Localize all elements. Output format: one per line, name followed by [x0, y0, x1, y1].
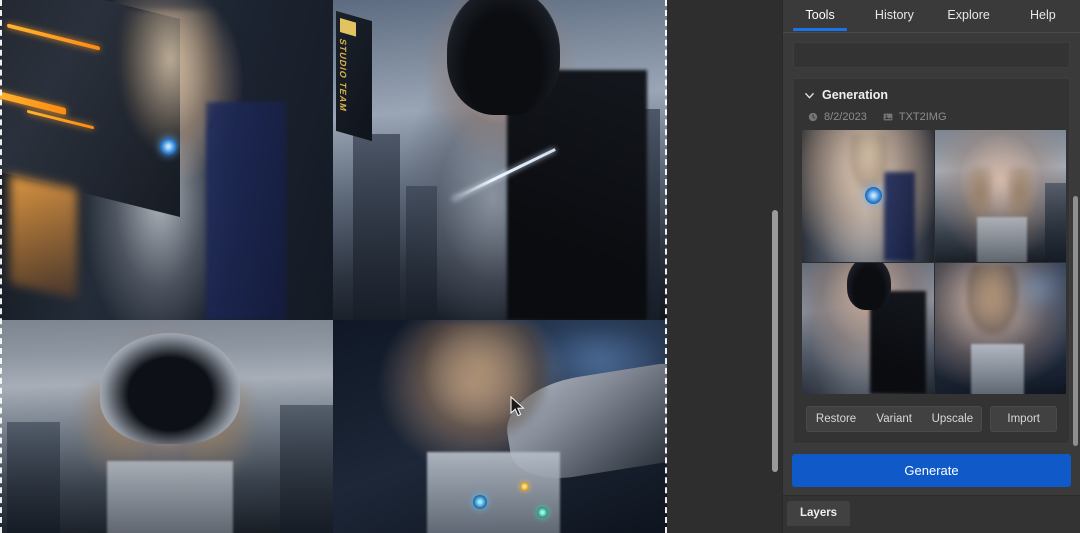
canvas-image-4[interactable] — [333, 320, 667, 533]
armor-orb — [473, 494, 488, 509]
building-shape — [6, 422, 60, 533]
tab-explore-label: Explore — [947, 8, 990, 22]
tab-history-label: History — [874, 8, 914, 22]
armor-torso-shape — [971, 344, 1024, 394]
chest-emblem — [159, 137, 177, 155]
armor-torso-shape — [106, 460, 234, 533]
restore-button[interactable]: Restore — [807, 407, 865, 431]
tab-explore[interactable]: Explore — [932, 6, 1006, 31]
clock-icon — [808, 112, 818, 122]
canvas-image-2[interactable]: STUDIO TEAM — [333, 0, 667, 320]
hair-shape — [413, 324, 547, 440]
generation-thumbnail-3[interactable] — [934, 262, 1066, 394]
tab-history[interactable]: History — [857, 6, 931, 31]
bottom-tabbar: Layers — [783, 495, 1080, 533]
pillar-shape — [1044, 182, 1066, 262]
image-grid: STUDIO TEAM — [0, 0, 667, 533]
hood-shape — [846, 262, 892, 310]
generation-thumbnail-2[interactable] — [802, 262, 934, 394]
tab-help-label: Help — [1030, 8, 1056, 22]
generation-date-label: 8/2/2023 — [824, 111, 867, 123]
generation-card: Generation 8/2/2023 TXT2IMG Restore Vari… — [793, 78, 1070, 444]
canvas-area[interactable]: STUDIO TEAM — [0, 0, 782, 533]
tab-layers-label: Layers — [800, 507, 838, 519]
generation-thumbnail-1[interactable] — [934, 130, 1066, 262]
generation-title: Generation — [822, 88, 888, 102]
artwork-watermark: STUDIO TEAM — [336, 10, 373, 142]
tab-tools[interactable]: Tools — [783, 6, 857, 31]
hood-shape — [446, 0, 561, 116]
image-icon — [883, 113, 893, 121]
building-shape — [353, 134, 400, 320]
watermark-chip — [340, 17, 357, 37]
armor-torso-shape — [976, 216, 1027, 262]
generation-thumbnail-grid — [802, 130, 1066, 394]
hangar-glow — [9, 175, 77, 299]
panel-spacer — [783, 444, 1080, 454]
panel-vertical-scrollbar[interactable] — [1073, 196, 1078, 446]
artwork-watermark-text: STUDIO TEAM — [338, 37, 349, 114]
generation-thumbnail-0[interactable] — [802, 130, 934, 262]
hair-shape — [966, 265, 1019, 337]
import-button[interactable]: Import — [990, 406, 1057, 432]
chevron-down-icon[interactable] — [804, 90, 815, 101]
generate-button-wrap: Generate — [783, 454, 1080, 495]
upscale-button[interactable]: Upscale — [923, 407, 981, 431]
generation-actions: Restore Variant Upscale Import — [806, 406, 1057, 432]
armor-orb — [520, 481, 530, 491]
search-input[interactable] — [793, 42, 1070, 68]
generation-header[interactable]: Generation — [802, 87, 1061, 111]
generate-button[interactable]: Generate — [792, 454, 1071, 487]
canvas-image-3[interactable] — [0, 320, 333, 533]
generation-action-group: Restore Variant Upscale — [806, 406, 983, 432]
canvas-image-1[interactable] — [0, 0, 333, 320]
tab-layers[interactable]: Layers — [787, 501, 851, 526]
armor-torso-shape — [426, 452, 561, 533]
hair-shape — [119, 9, 220, 151]
tab-tools-label: Tools — [805, 8, 835, 22]
generation-mode: TXT2IMG — [883, 111, 947, 123]
hood-shape — [99, 332, 240, 444]
generation-mode-label: TXT2IMG — [898, 111, 947, 123]
right-panel: Tools History Explore Help Generation 8/… — [782, 0, 1080, 533]
app-root: STUDIO TEAM Tools History Explore Help G… — [0, 0, 1080, 533]
chest-emblem — [865, 186, 883, 204]
canvas-vertical-scrollbar[interactable] — [772, 210, 778, 472]
hair-shape — [849, 133, 889, 192]
panel-tabbar: Tools History Explore Help — [783, 0, 1080, 33]
generation-meta-row: 8/2/2023 TXT2IMG — [802, 111, 1061, 130]
building-shape — [406, 185, 437, 320]
search-strip — [783, 33, 1080, 68]
generation-date: 8/2/2023 — [808, 111, 867, 123]
canvas-document[interactable]: STUDIO TEAM — [0, 0, 667, 533]
building-shape — [279, 405, 333, 533]
variant-button[interactable]: Variant — [865, 407, 923, 431]
tab-help[interactable]: Help — [1006, 6, 1080, 31]
